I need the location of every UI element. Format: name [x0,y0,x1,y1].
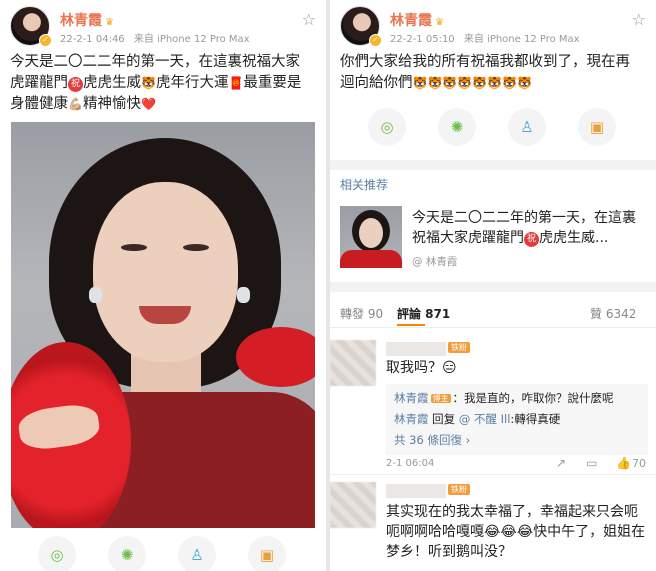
save-icon[interactable]: ▣ [578,108,616,146]
related-thumbnail [340,206,402,268]
tiger-emoji-icon: 🐯 [141,76,156,90]
crown-icon: ♛ [105,17,114,28]
share-icon[interactable]: ↗ [556,456,566,470]
related-author: @ 林青霞 [412,256,458,268]
verified-icon: ✓ [39,34,52,47]
post-time: 22-2-1 05:10 [390,34,455,45]
reply-author[interactable]: 林青霞 [394,391,429,405]
post-text: 今天是二〇二二年的第一天，在這裏祝福大家虎躍龍門祝虎虎生威🐯虎年行大運🧧最重要是… [10,52,314,115]
commenter-avatar[interactable] [330,482,376,528]
post-meta: 22-2-1 04:46 来自 iPhone 12 Pro Max [60,30,256,45]
related-title: 相关推荐 [340,178,389,192]
star-icon[interactable]: ☆ [302,10,316,29]
divider [330,474,656,475]
fan-badge: 铁粉 [448,342,470,353]
right-post-panel: ✓ 林青霞 ♛ 22-2-1 05:10 来自 iPhone 12 Pro Max… [330,0,656,571]
comment-text: 其实现在的我太幸福了，幸福起来只会呃呃啊啊哈哈嘎嘎😂😂😂快中午了，姐姐在梦乡！听… [386,504,646,560]
post-time: 22-2-1 04:46 [60,34,125,45]
fan-badge: 铁粉 [448,484,470,495]
post-text: 你們大家给我的所有祝福我都收到了，現在再迴向給你們🐯🐯🐯🐯🐯🐯🐯🐯 [340,52,644,94]
tab-bar: 轉發 90 評論 871 贊 6342 [330,296,656,328]
save-icon[interactable]: ▣ [248,536,286,571]
comment-text: 取我吗？😑 [386,360,457,376]
share-bar: ◎ ✺ ♙ ▣ [0,536,326,571]
post-photo[interactable] [11,122,315,528]
wechat-icon[interactable]: ◎ [38,536,76,571]
moments-icon[interactable]: ✺ [438,108,476,146]
post-source: 来自 iPhone 12 Pro Max [133,34,250,45]
tab-likes[interactable]: 贊 6342 [590,305,636,322]
tiger-emoji-icon: 🐯🐯🐯🐯🐯🐯🐯🐯 [412,76,533,90]
comment-time: 2-1 06:04 [386,458,435,469]
tab-underline [397,324,425,326]
reply-line: 林青霞 博主 ：我是直的，咋取你？說什麼呢 [394,391,614,405]
left-post-panel: ✓ 林青霞 ♛ 22-2-1 04:46 来自 iPhone 12 Pro Max… [0,0,326,571]
post-header: ✓ 林青霞 ♛ 22-2-1 05:10 来自 iPhone 12 Pro Max… [340,6,646,48]
commenter-avatar[interactable] [330,340,376,386]
related-text: 今天是二〇二二年的第一天，在這裏祝福大家虎躍龍門祝虎虎生威... [412,210,636,247]
muscle-emoji-icon: 💪🏼 [68,97,83,111]
moments-icon[interactable]: ✺ [108,536,146,571]
qq-icon[interactable]: ♙ [508,108,546,146]
like-icon[interactable]: 👍 [616,456,631,470]
post-source: 来自 iPhone 12 Pro Max [463,34,580,45]
author-name[interactable]: 林青霞 ♛ [390,10,444,30]
heart-emoji-icon: ❤️ [140,97,156,111]
author-name[interactable]: 林青霞 ♛ [60,10,114,30]
commenter-name[interactable] [386,342,446,356]
reply-line: 林青霞 回复 @ 不醒 Ill:轉得真硬 [394,412,561,426]
related-post-card[interactable]: 今天是二〇二二年的第一天，在這裏祝福大家虎躍龍門祝虎虎生威... @ 林青霞 [340,200,646,272]
zhu-emoji-icon: 祝 [524,232,539,247]
commenter-name[interactable] [386,484,446,498]
star-icon[interactable]: ☆ [632,10,646,29]
tab-comments[interactable]: 評論 871 [397,305,450,322]
more-replies-link[interactable]: 共 36 條回復 › [394,430,640,451]
divider [330,160,656,170]
post-header: ✓ 林青霞 ♛ 22-2-1 04:46 来自 iPhone 12 Pro Max… [10,6,316,48]
crown-icon: ♛ [435,17,444,28]
like-count: 70 [632,457,646,470]
zhu-emoji-icon: 祝 [68,77,83,92]
author-tag: 博主 [430,394,451,403]
verified-icon: ✓ [369,34,382,47]
comment-icon[interactable]: ▭ [586,456,597,470]
share-bar: ◎ ✺ ♙ ▣ [330,108,656,148]
reply-box[interactable]: 林青霞 博主 ：我是直的，咋取你？說什麼呢 林青霞 回复 @ 不醒 Ill:轉得真硬… [386,384,648,455]
post-meta: 22-2-1 05:10 来自 iPhone 12 Pro Max [390,30,586,45]
tab-reposts[interactable]: 轉發 90 [340,305,383,322]
red-envelope-icon: 🧧 [228,76,244,90]
divider [330,282,656,292]
wechat-icon[interactable]: ◎ [368,108,406,146]
qq-icon[interactable]: ♙ [178,536,216,571]
mention-link[interactable]: @ 不醒 Ill [459,412,511,426]
reply-author[interactable]: 林青霞 [394,412,429,426]
